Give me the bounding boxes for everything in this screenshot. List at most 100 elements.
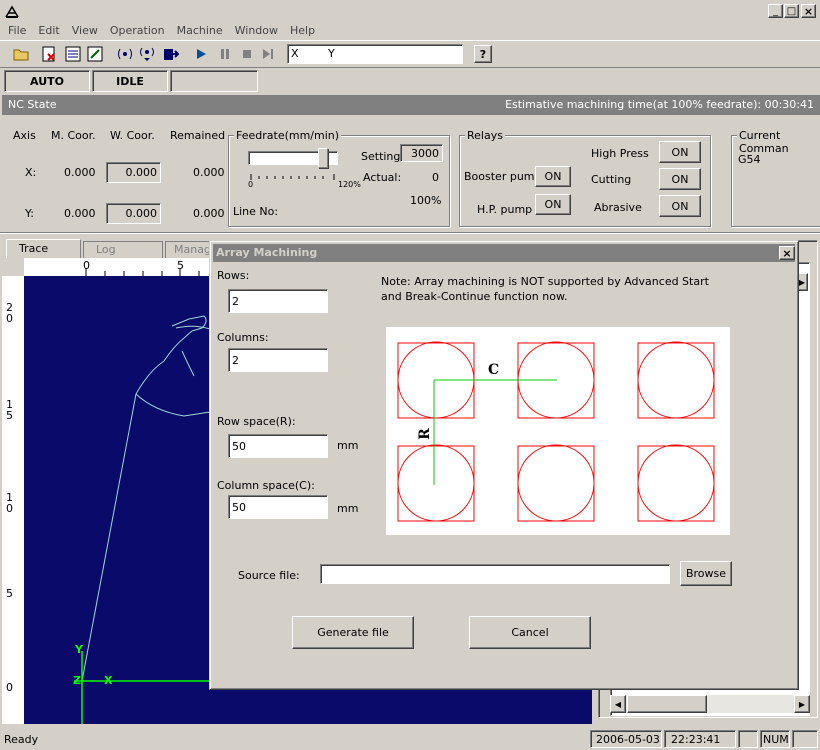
- x-mcoor: 0.000: [64, 166, 96, 179]
- hp-pump-button[interactable]: ON: [535, 194, 571, 215]
- cutting-label: Cutting: [591, 173, 632, 186]
- app-icon[interactable]: [4, 3, 20, 19]
- y-remained: 0.000: [193, 207, 225, 220]
- axis-origin: [74, 651, 210, 724]
- status-num: NUM: [760, 730, 790, 748]
- tab-trace[interactable]: Trace: [6, 239, 81, 258]
- minimize-button[interactable]: _: [768, 4, 783, 18]
- source-file-label: Source file:: [238, 569, 300, 582]
- relays-title: Relays: [465, 129, 505, 142]
- hp-pump-label: H.P. pump: [477, 203, 533, 216]
- menu-window[interactable]: Window: [229, 22, 284, 40]
- feedrate-title: Feedrate(mm/min): [234, 129, 342, 142]
- signal-down-icon[interactable]: [138, 45, 156, 63]
- nc-state-title: NC State: [8, 98, 57, 111]
- ruler-left-15: 1 5: [6, 398, 13, 422]
- step-icon[interactable]: [260, 45, 278, 63]
- col-space-unit: mm: [337, 502, 359, 515]
- signal-icon[interactable]: [116, 45, 134, 63]
- coord-y-label: Y: [328, 47, 335, 60]
- title-bar: _ □ ×: [0, 0, 820, 22]
- array-diagram: C R: [386, 327, 730, 535]
- scroll-right-icon[interactable]: ▶: [794, 695, 810, 713]
- open-folder-icon[interactable]: [12, 45, 30, 63]
- tab-manage[interactable]: Manag: [165, 241, 215, 258]
- scroll-thumb[interactable]: [627, 695, 707, 713]
- coord-display: X Y: [287, 44, 463, 64]
- ruler-left-10: 1 0: [6, 491, 13, 515]
- line-no-label: Line No:: [233, 205, 279, 218]
- mode-extra: [170, 70, 258, 92]
- feedrate-slider[interactable]: [248, 148, 338, 168]
- browse-button[interactable]: Browse: [680, 561, 732, 586]
- scroll-left-icon[interactable]: ◀: [610, 695, 626, 713]
- play-icon[interactable]: [192, 45, 210, 63]
- toolbar: X Y ?: [0, 40, 820, 68]
- axis-y-label: Y:: [25, 207, 34, 220]
- ruler-top-0: 0: [83, 259, 90, 272]
- close-button[interactable]: ×: [801, 4, 816, 18]
- diagram-c-label: C: [488, 362, 500, 378]
- booster-label: Booster pump: [464, 170, 542, 183]
- status-time: 22:23:41: [664, 730, 736, 748]
- source-file-input[interactable]: [320, 564, 670, 584]
- rows-input[interactable]: [228, 289, 328, 313]
- cancel-button[interactable]: Cancel: [469, 616, 591, 649]
- row-space-input[interactable]: [228, 434, 328, 458]
- export-icon[interactable]: [162, 45, 180, 63]
- feedrate-ticks: [250, 170, 336, 180]
- setting-value: 3000: [400, 144, 443, 162]
- menu-help[interactable]: Help: [284, 22, 321, 40]
- pause-icon[interactable]: [216, 45, 234, 63]
- mode-idle: IDLE: [92, 70, 168, 92]
- actual-label: Actual:: [363, 171, 402, 184]
- machining-time: Estimative machining time(at 100% feedra…: [505, 98, 814, 111]
- edit-doc-icon[interactable]: [86, 45, 104, 63]
- high-press-button[interactable]: ON: [659, 141, 701, 163]
- nc-state-header: NC State Estimative machining time(at 10…: [2, 95, 820, 115]
- abrasive-button[interactable]: ON: [659, 195, 701, 217]
- dialog-note: Note: Array machining is NOT supported b…: [381, 275, 709, 303]
- array-machining-dialog: Array Machining × Rows: Columns: Row spa…: [209, 240, 799, 690]
- axis-z-marker: Z: [73, 674, 81, 687]
- feedrate-slider-thumb[interactable]: [318, 148, 328, 168]
- status-scrl: [792, 730, 818, 748]
- generate-file-button[interactable]: Generate file: [292, 616, 414, 649]
- maximize-button[interactable]: □: [784, 4, 799, 18]
- stop-icon[interactable]: [238, 45, 256, 63]
- menu-operation[interactable]: Operation: [104, 22, 171, 40]
- trace-path: [81, 315, 211, 682]
- list-icon[interactable]: [64, 45, 82, 63]
- coord-x-label: X: [291, 47, 299, 60]
- actual-value: 0: [432, 171, 439, 184]
- help-button[interactable]: ?: [474, 45, 492, 63]
- status-caps: [738, 730, 758, 748]
- y-mcoor: 0.000: [64, 207, 96, 220]
- diagram-r-label: R: [416, 428, 433, 440]
- close-file-icon[interactable]: [40, 45, 58, 63]
- feedrate-scale-min: 0: [248, 180, 254, 189]
- mcoor-header: M. Coor.: [51, 129, 96, 142]
- mode-auto: AUTO: [4, 70, 90, 92]
- menu-edit[interactable]: Edit: [32, 22, 65, 40]
- columns-input[interactable]: [228, 348, 328, 372]
- menu-view[interactable]: View: [66, 22, 104, 40]
- menu-machine[interactable]: Machine: [171, 22, 229, 40]
- menu-file[interactable]: File: [2, 22, 32, 40]
- booster-button[interactable]: ON: [535, 166, 571, 187]
- remained-header: Remained: [170, 129, 226, 142]
- row-space-label: Row space(R):: [217, 415, 296, 428]
- cutting-button[interactable]: ON: [659, 168, 701, 190]
- ruler-top-5: 5: [177, 259, 184, 272]
- dialog-close-icon[interactable]: ×: [779, 246, 795, 260]
- feedrate-scale-max: 120%: [338, 180, 361, 189]
- columns-label: Columns:: [217, 331, 269, 344]
- menu-bar: File Edit View Operation Machine Window Help: [2, 22, 321, 40]
- high-press-label: High Press: [591, 147, 649, 160]
- right-hscrollbar[interactable]: ◀ ▶: [610, 695, 810, 713]
- left-ruler: 2 0 1 5 1 0 5 0: [2, 276, 24, 724]
- tab-log[interactable]: Log: [83, 241, 163, 258]
- y-wcoor: 0.000: [106, 203, 161, 224]
- current-command-title: Current Comman: [737, 129, 820, 155]
- col-space-input[interactable]: [228, 495, 328, 519]
